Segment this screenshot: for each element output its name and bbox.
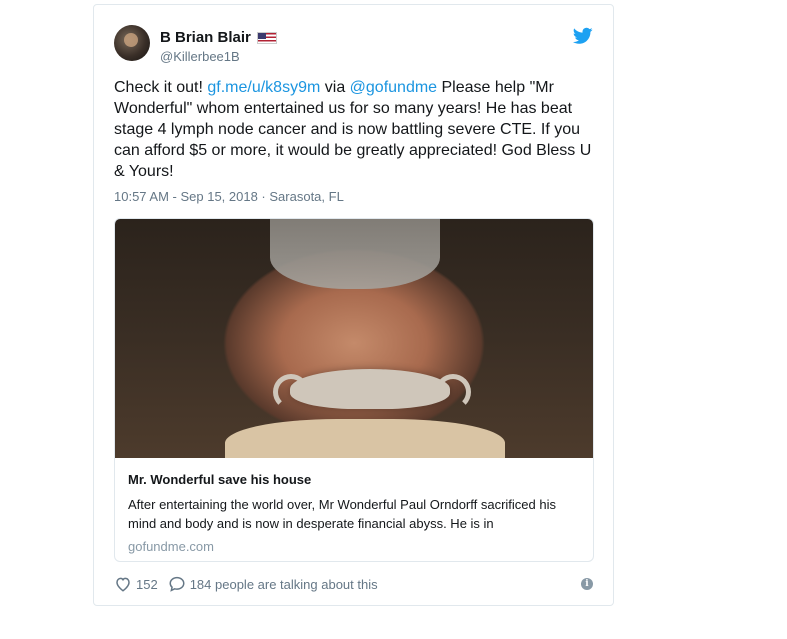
card-title: Mr. Wonderful save his house — [128, 472, 312, 487]
card-image[interactable] — [115, 219, 593, 458]
shortlink[interactable]: gf.me/u/k8sy9m — [207, 79, 320, 96]
card-image-mustache-curl — [273, 374, 309, 410]
tweet-text: Check it out! gf.me/u/k8sy9m via @gofund… — [114, 77, 594, 182]
card-domain: gofundme.com — [128, 539, 214, 554]
card-image-hair — [270, 219, 440, 289]
tweet-timestamp[interactable]: 10:57 AM - Sep 15, 2018 · Sarasota, FL — [114, 189, 344, 204]
avatar[interactable] — [114, 25, 150, 61]
author-name-row: B Brian Blair — [160, 29, 277, 46]
tweet-footer: 152 184 people are talking about this — [114, 575, 378, 593]
tweet-text-part: via — [320, 79, 350, 96]
comment-icon[interactable] — [168, 575, 186, 593]
heart-icon[interactable] — [114, 575, 132, 593]
link-card[interactable]: Mr. Wonderful save his house After enter… — [114, 218, 594, 562]
like-count[interactable]: 152 — [136, 577, 158, 592]
tweet-text-part: Check it out! — [114, 79, 208, 96]
us-flag-icon — [256, 31, 277, 44]
mention-gofundme[interactable]: @gofundme — [350, 79, 437, 96]
twitter-bird-icon[interactable] — [573, 27, 593, 45]
card-body: Mr. Wonderful save his house After enter… — [115, 458, 593, 554]
author-display-name[interactable]: B Brian Blair — [160, 29, 251, 46]
talking-about-count[interactable]: 184 people are talking about this — [190, 577, 378, 592]
card-description: After entertaining the world over, Mr Wo… — [128, 497, 556, 531]
info-icon[interactable]: i — [581, 578, 593, 590]
author-handle[interactable]: @Killerbee1B — [160, 49, 240, 64]
tweet-embed: B Brian Blair @Killerbee1B Check it out!… — [93, 4, 614, 606]
card-image-mustache — [290, 369, 450, 409]
card-image-shirt — [225, 419, 505, 458]
card-image-mustache-curl — [435, 374, 471, 410]
